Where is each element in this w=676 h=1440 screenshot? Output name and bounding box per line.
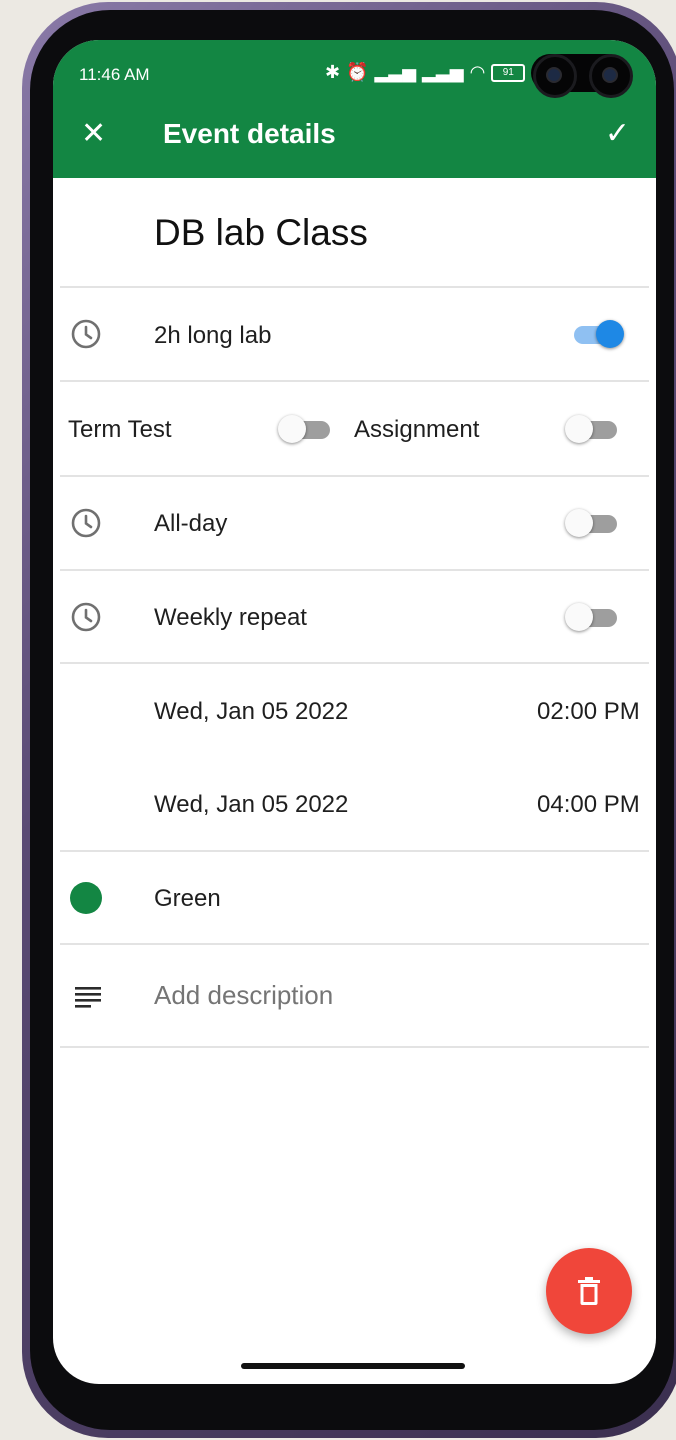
weekly-repeat-label: Weekly repeat — [154, 604, 307, 631]
divider — [60, 380, 649, 382]
home-indicator[interactable] — [241, 1363, 465, 1369]
bluetooth-icon: ✱ — [325, 62, 341, 82]
weekly-repeat-toggle[interactable] — [565, 600, 621, 634]
color-label[interactable]: Green — [154, 885, 221, 913]
toggle-thumb — [278, 415, 306, 443]
divider — [60, 1046, 649, 1048]
delete-button[interactable] — [546, 1248, 632, 1334]
status-time: 11:46 AM — [79, 65, 150, 84]
front-camera-lens-2 — [589, 54, 633, 98]
lab-toggle[interactable] — [570, 317, 626, 351]
divider — [60, 569, 649, 571]
divider — [60, 943, 649, 945]
divider — [60, 850, 649, 852]
wifi-icon: ◠ — [469, 62, 486, 82]
page-title: Event details — [163, 118, 336, 149]
alarm-icon: ⏰ — [346, 62, 369, 82]
all-day-toggle[interactable] — [565, 506, 621, 540]
divider — [60, 475, 649, 477]
all-day-label: All-day — [154, 510, 228, 537]
status-icons: ✱ ⏰ ▂▃▅ ▂▃▅ ◠ 91 — [325, 62, 526, 83]
assignment-toggle[interactable] — [565, 412, 621, 446]
term-test-toggle[interactable] — [278, 412, 334, 446]
description-input[interactable]: Add description — [154, 980, 333, 1011]
color-swatch[interactable] — [70, 882, 102, 914]
app-bar: 11:46 AM ✱ ⏰ ▂▃▅ ▂▃▅ ◠ 91 ✕ Event detail… — [53, 40, 656, 178]
notes-icon — [75, 987, 101, 1008]
front-camera-lens — [533, 54, 577, 98]
end-time[interactable]: 04:00 PM — [537, 791, 640, 819]
close-icon[interactable]: ✕ — [81, 116, 106, 152]
battery-icon: 91 — [491, 63, 526, 82]
term-test-label: Term Test — [68, 416, 172, 443]
start-date[interactable]: Wed, Jan 05 2022 — [154, 698, 348, 726]
toggle-thumb — [565, 603, 593, 631]
signal-2-icon: ▂▃▅ — [422, 62, 464, 82]
assignment-label: Assignment — [354, 416, 480, 443]
delete-icon — [578, 1277, 600, 1305]
clock-icon — [71, 602, 101, 632]
divider — [60, 286, 649, 288]
lab-label: 2h long lab — [154, 322, 272, 349]
toggle-thumb — [565, 415, 593, 443]
divider — [60, 662, 649, 664]
start-time[interactable]: 02:00 PM — [537, 698, 640, 726]
clock-icon — [71, 319, 101, 349]
clock-icon — [71, 508, 101, 538]
toggle-thumb — [565, 509, 593, 537]
toggle-thumb — [596, 320, 624, 348]
event-title-input[interactable]: DB lab Class — [154, 212, 368, 254]
check-icon[interactable]: ✓ — [605, 116, 630, 152]
screen: 11:46 AM ✱ ⏰ ▂▃▅ ▂▃▅ ◠ 91 ✕ Event detail… — [53, 40, 656, 1384]
end-date[interactable]: Wed, Jan 05 2022 — [154, 791, 348, 819]
signal-icon: ▂▃▅ — [374, 62, 417, 82]
